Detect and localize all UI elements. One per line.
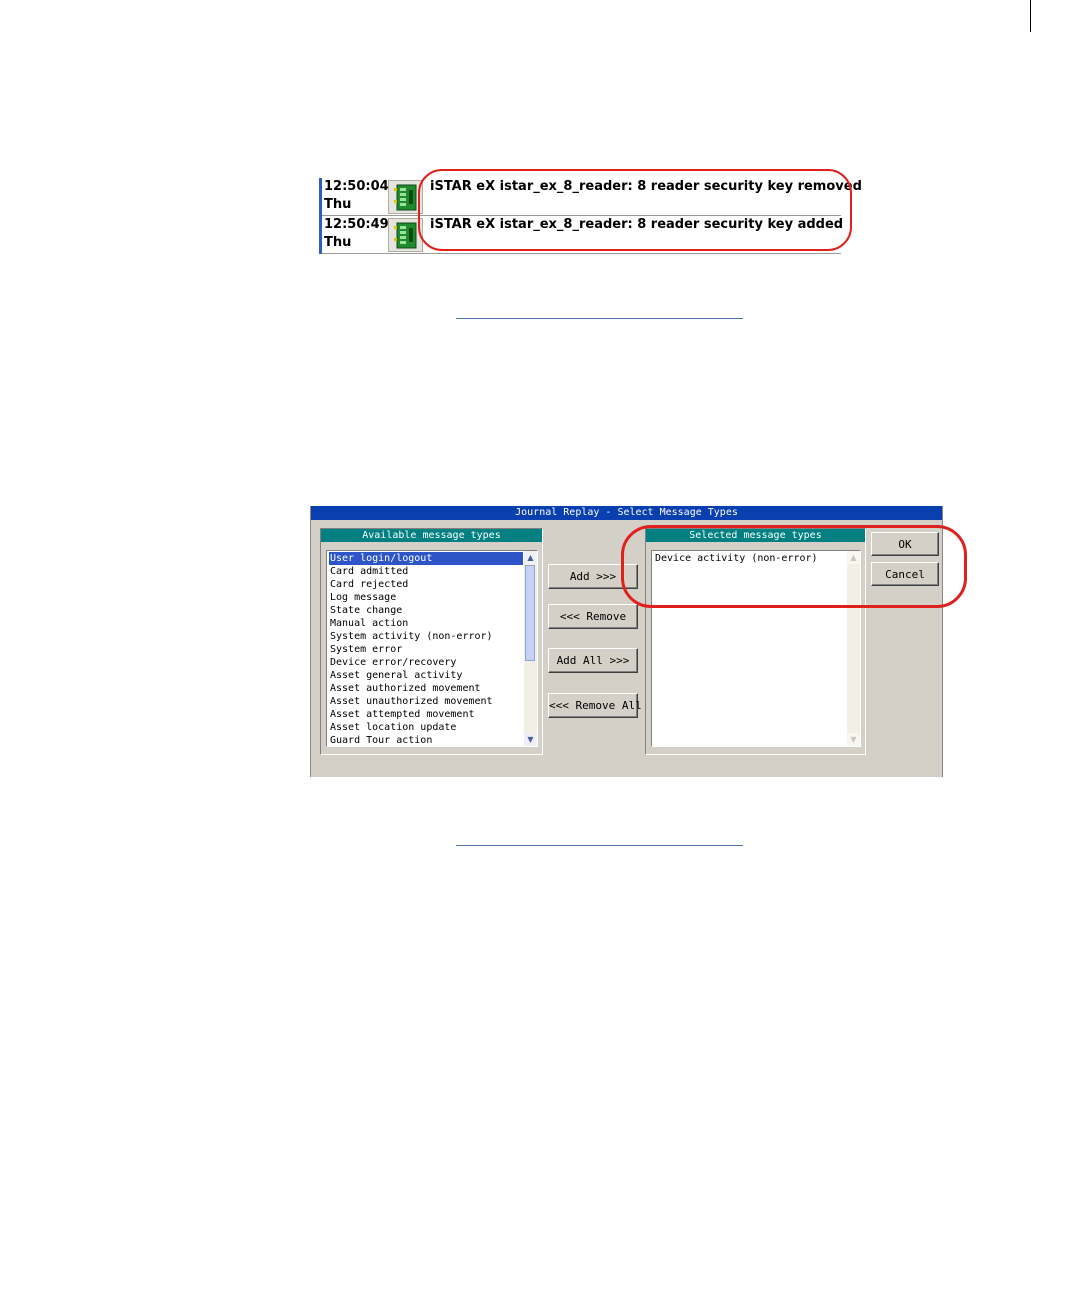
list-item[interactable]: Asset unauthorized movement	[329, 695, 523, 708]
list-item[interactable]: Asset location update	[329, 721, 523, 734]
scroll-down-icon[interactable]: ▼	[524, 733, 537, 746]
list-item[interactable]: Device error/recovery	[329, 656, 523, 669]
margin-rule	[1030, 0, 1031, 32]
istar-controller-icon	[388, 180, 423, 214]
list-item[interactable]: Asset general activity	[329, 669, 523, 682]
remove-button[interactable]: <<< Remove	[548, 604, 638, 629]
ok-button[interactable]: OK	[871, 532, 939, 556]
list-item[interactable]: Guard Tour action	[329, 734, 523, 746]
available-types-panel: Available message types User login/logou…	[320, 528, 543, 755]
event-message: iSTAR eX istar_ex_8_reader: 8 reader sec…	[430, 217, 844, 232]
list-item[interactable]: System activity (non-error)	[329, 630, 523, 643]
event-day: Thu	[324, 197, 352, 212]
list-item[interactable]: Asset attempted movement	[329, 708, 523, 721]
divider	[456, 845, 743, 846]
cancel-button[interactable]: Cancel	[871, 562, 939, 586]
list-item[interactable]: Card rejected	[329, 578, 523, 591]
list-item[interactable]: Log message	[329, 591, 523, 604]
event-time: 12:50:04	[324, 179, 389, 194]
selected-types-list[interactable]: Device activity (non-error) ▲ ▼	[651, 550, 861, 747]
scroll-up-icon[interactable]: ▲	[524, 551, 537, 564]
event-log: 12:50:04 Thu iSTAR eX istar_ex_8_reader:…	[319, 178, 862, 254]
scroll-up-icon[interactable]: ▲	[847, 551, 860, 564]
select-message-types-dialog: Journal Replay - Select Message Types Av…	[310, 506, 943, 777]
remove-all-button[interactable]: <<< Remove All	[548, 693, 642, 718]
available-types-header: Available message types	[321, 529, 542, 542]
event-row[interactable]: 12:50:49 Thu iSTAR eX istar_ex_8_reader:…	[322, 216, 844, 254]
add-all-button[interactable]: Add All >>>	[548, 648, 638, 673]
list-item[interactable]: Asset authorized movement	[329, 682, 523, 695]
available-list-scrollbar[interactable]: ▲ ▼	[524, 551, 537, 746]
available-types-list[interactable]: User login/logout Card admitted Card rej…	[326, 550, 538, 747]
list-item[interactable]: System error	[329, 643, 523, 656]
selected-types-panel: Selected message types Device activity (…	[645, 528, 866, 755]
scroll-thumb[interactable]	[525, 565, 535, 661]
scroll-down-icon[interactable]: ▼	[847, 733, 860, 746]
list-item[interactable]: State change	[329, 604, 523, 617]
event-row[interactable]: 12:50:04 Thu iSTAR eX istar_ex_8_reader:…	[322, 178, 862, 216]
event-day: Thu	[324, 235, 352, 250]
istar-controller-icon	[388, 218, 423, 252]
list-item[interactable]: User login/logout	[329, 552, 523, 565]
add-button[interactable]: Add >>>	[548, 564, 638, 589]
list-item[interactable]: Card admitted	[329, 565, 523, 578]
divider	[456, 318, 743, 319]
selected-list-scrollbar[interactable]: ▲ ▼	[847, 551, 860, 746]
event-time: 12:50:49	[324, 217, 389, 232]
list-item[interactable]: Device activity (non-error)	[654, 552, 846, 565]
event-message: iSTAR eX istar_ex_8_reader: 8 reader sec…	[430, 179, 862, 194]
selected-types-header: Selected message types	[646, 529, 865, 542]
dialog-title: Journal Replay - Select Message Types	[311, 506, 942, 520]
list-item[interactable]: Manual action	[329, 617, 523, 630]
